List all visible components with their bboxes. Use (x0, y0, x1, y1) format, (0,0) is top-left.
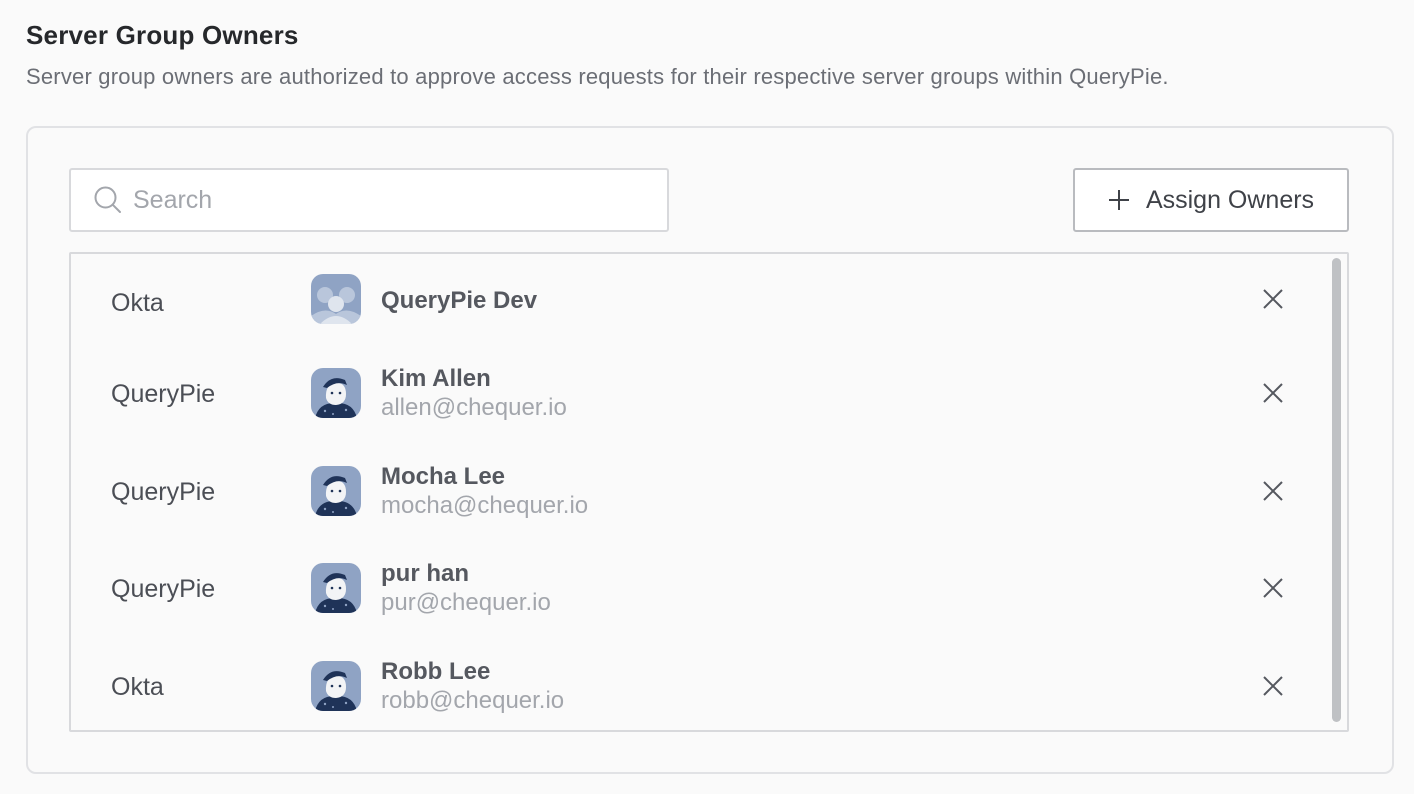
owner-email: allen@chequer.io (381, 394, 567, 421)
owner-email: robb@chequer.io (381, 687, 565, 714)
close-icon (1263, 289, 1283, 309)
assign-owners-label: Assign Owners (1145, 185, 1315, 214)
owner-name: Robb Lee (381, 658, 491, 685)
assign-owners-button[interactable]: Assign Owners (1073, 168, 1349, 232)
remove-owner-button[interactable] (1257, 572, 1289, 604)
remove-owner-button[interactable] (1257, 670, 1289, 702)
server-group-owners-page: Server Group Owners Server group owners … (0, 0, 1414, 794)
owner-email: pur@chequer.io (381, 589, 551, 616)
list-item: QueryPie Mocha Lee mocha@chequer.io (71, 443, 1327, 541)
list-item: Okta QueryPie Dev (71, 254, 1327, 352)
owner-provider: Okta (111, 672, 164, 701)
owner-provider: QueryPie (111, 379, 216, 408)
owner-email: mocha@chequer.io (381, 492, 589, 519)
owner-provider: QueryPie (111, 477, 216, 506)
list-item: QueryPie Kim Allen allen@chequer.io (71, 345, 1327, 443)
owner-name: QueryPie Dev (381, 287, 538, 314)
search-box[interactable] (69, 168, 669, 232)
search-input[interactable] (133, 180, 653, 220)
owners-panel: Assign Owners Okta QueryPie Dev (26, 126, 1394, 774)
user-avatar-icon (311, 661, 361, 711)
search-icon (93, 185, 123, 215)
user-avatar-icon (311, 368, 361, 418)
list-item: Okta Robb Lee robb@chequer.io (71, 638, 1327, 730)
section-description: Server group owners are authorized to ap… (26, 64, 1169, 89)
close-icon (1263, 481, 1283, 501)
close-icon (1263, 676, 1283, 696)
owner-provider: QueryPie (111, 574, 216, 603)
remove-owner-button[interactable] (1257, 377, 1289, 409)
plus-icon (1108, 189, 1130, 211)
group-avatar-icon (311, 274, 361, 324)
section-title: Server Group Owners (26, 20, 299, 50)
user-avatar-icon (311, 466, 361, 516)
owner-provider: Okta (111, 288, 164, 317)
remove-owner-button[interactable] (1257, 283, 1289, 315)
remove-owner-button[interactable] (1257, 475, 1289, 507)
user-avatar-icon (311, 563, 361, 613)
owner-name: Kim Allen (381, 365, 491, 392)
close-icon (1263, 578, 1283, 598)
close-icon (1263, 383, 1283, 403)
owners-list: Okta QueryPie Dev QueryPie Kim Allen all… (69, 252, 1349, 732)
owner-name: pur han (381, 560, 469, 587)
owner-name: Mocha Lee (381, 463, 506, 490)
list-scrollbar[interactable] (1332, 258, 1341, 722)
list-item: QueryPie pur han pur@chequer.io (71, 540, 1327, 638)
